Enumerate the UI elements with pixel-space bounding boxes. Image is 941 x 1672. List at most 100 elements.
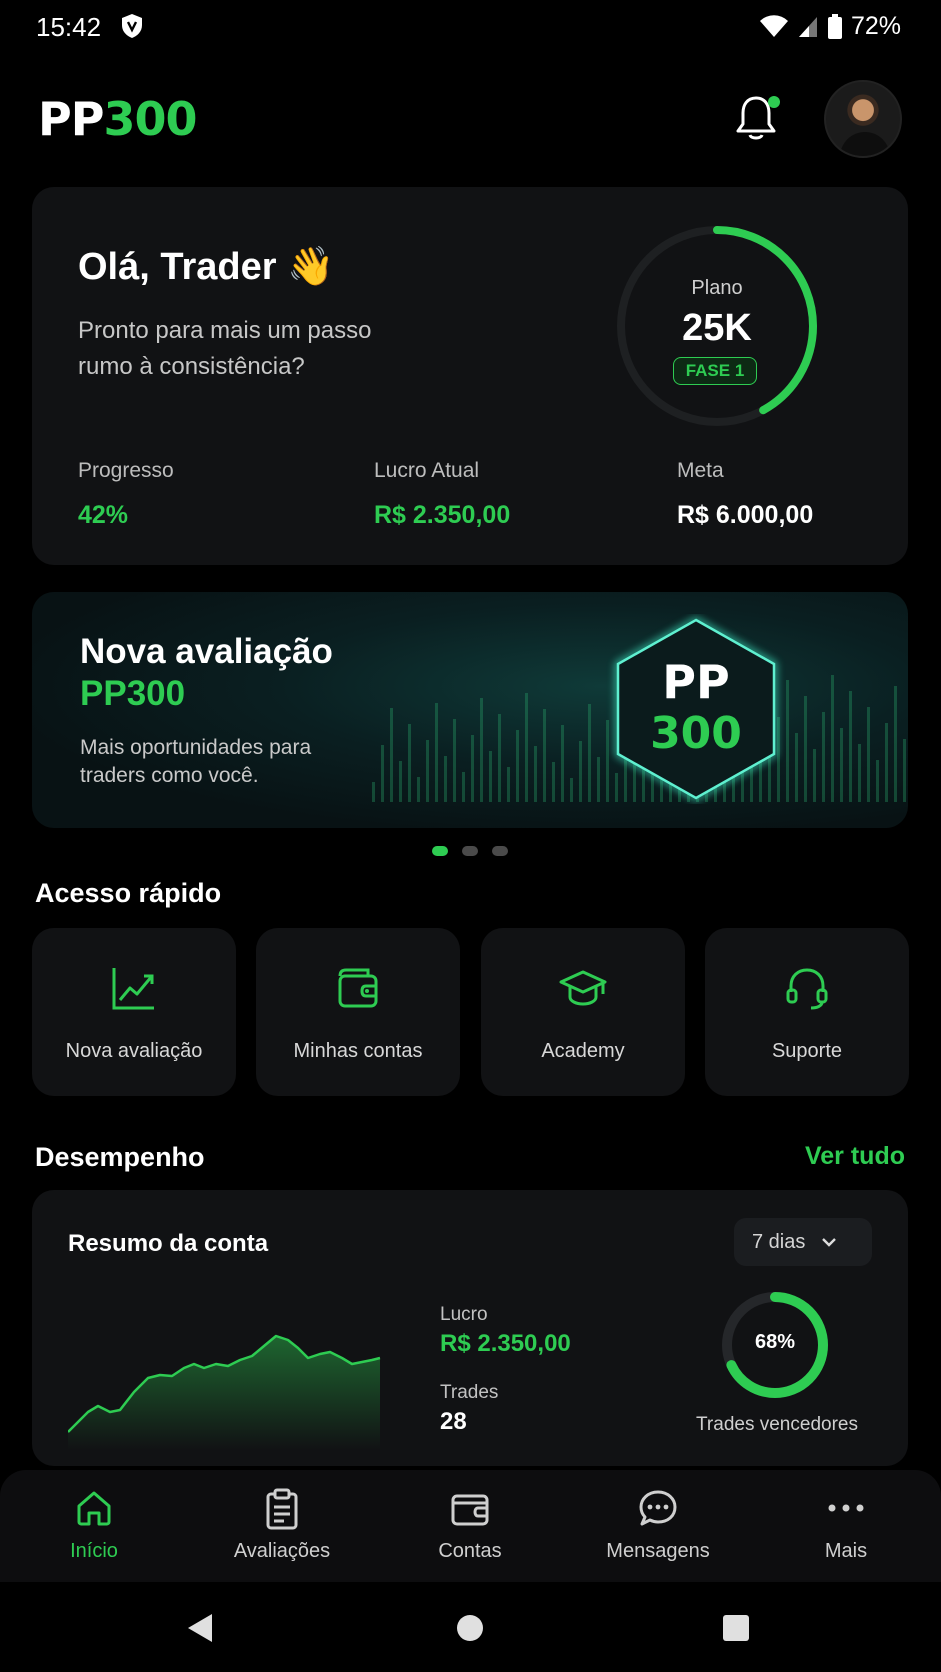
pp300-hex-badge: PP 300 (615, 616, 777, 802)
decor-bar (894, 686, 897, 802)
wallet-icon (451, 1494, 489, 1526)
decor-bar (822, 712, 825, 802)
decor-bar (543, 709, 546, 802)
clipboard-icon (266, 1488, 298, 1530)
nav-label: Início (70, 1540, 118, 1562)
trades-value: 28 (440, 1408, 467, 1435)
performance-title: Desempenho (35, 1142, 205, 1172)
profit-sparkline (68, 1334, 381, 1450)
decor-bar (507, 767, 510, 802)
avatar[interactable] (824, 80, 902, 158)
win-rate-value: 68% (754, 1331, 796, 1353)
phase-badge: FASE 1 (673, 357, 757, 385)
range-select[interactable]: 7 dias (734, 1218, 872, 1266)
decor-bar (597, 757, 600, 802)
decor-bar (579, 741, 582, 802)
avatar-body (840, 132, 890, 156)
decor-bar (444, 756, 447, 802)
hex-text-pp: PP (662, 655, 729, 709)
banner-description: Mais oportunidades para traders como voc… (80, 736, 312, 787)
quick-support[interactable]: Suporte (705, 928, 909, 1096)
decor-bar (561, 725, 564, 802)
carousel-dot[interactable] (432, 846, 448, 856)
decor-bar (471, 735, 474, 802)
bottom-navigation: Início Avaliações Contas Mensagens Mais (0, 1470, 941, 1582)
stat-profit-label: Lucro Atual (374, 459, 480, 482)
battery-icon (827, 13, 842, 39)
home-icon (77, 1491, 111, 1526)
decor-bar (903, 739, 906, 802)
see-all-link[interactable]: Ver tudo (805, 1142, 905, 1171)
decor-bar (849, 691, 852, 802)
decor-bar (426, 740, 429, 802)
decor-bar (858, 744, 861, 802)
decor-bar (399, 761, 402, 802)
profit-value: R$ 2.350,00 (440, 1330, 571, 1357)
headset-icon (786, 968, 828, 1010)
nav-label: Contas (438, 1540, 502, 1562)
quick-academy[interactable]: Academy (481, 928, 685, 1096)
decor-bar (534, 746, 537, 802)
home-circle-icon[interactable] (456, 1614, 484, 1642)
nav-evaluations[interactable]: Avaliações (188, 1470, 376, 1582)
decor-bar (876, 760, 879, 802)
notification-dot (768, 96, 780, 108)
plan-label: Plano (691, 277, 743, 299)
stat-progress-label: Progresso (78, 459, 174, 482)
app-logo: PP300 (38, 92, 197, 146)
decor-bar (786, 680, 789, 802)
promo-banner[interactable]: Nova avaliação PP300 Mais oportunidades … (32, 592, 908, 828)
nav-label: Mais (824, 1540, 868, 1562)
back-icon[interactable] (186, 1612, 214, 1644)
battery-percent: 72% (850, 12, 901, 40)
quick-label: Academy (541, 1040, 625, 1062)
profit-label: Lucro (440, 1304, 488, 1325)
trades-label: Trades (440, 1382, 499, 1403)
stat-progress-value: 42% (78, 501, 129, 529)
nav-accounts[interactable]: Contas (376, 1470, 564, 1582)
decor-bar (462, 772, 465, 802)
nav-more[interactable]: Mais (752, 1470, 940, 1582)
status-right: 72% (759, 12, 901, 41)
decor-bar (840, 728, 843, 802)
more-icon (828, 1504, 864, 1512)
decor-bar (813, 749, 816, 802)
decor-bar (570, 778, 573, 802)
wallet-icon (338, 968, 378, 1008)
status-time: 15:42 (36, 12, 102, 42)
stat-profit-value: R$ 2.350,00 (374, 501, 511, 529)
quick-my-accounts[interactable]: Minhas contas (256, 928, 460, 1096)
quick-new-evaluation[interactable]: Nova avaliação (32, 928, 236, 1096)
banner-title: Nova avaliação (80, 632, 333, 671)
decor-bar (417, 777, 420, 802)
carousel-indicator[interactable] (432, 846, 508, 856)
decor-bar (408, 724, 411, 802)
recents-icon[interactable] (722, 1614, 750, 1642)
decor-bar (867, 707, 870, 802)
greeting: Olá, Trader 👋 (78, 246, 335, 288)
quick-label: Nova avaliação (65, 1040, 203, 1062)
plan-value: 25K (682, 307, 752, 349)
range-select-value: 7 dias (752, 1230, 806, 1253)
logo-part-pp: PP (38, 92, 104, 146)
decor-bar (804, 696, 807, 802)
nav-home[interactable]: Início (0, 1470, 188, 1582)
decor-bar (516, 730, 519, 802)
carousel-dot[interactable] (492, 846, 508, 856)
account-summary-card: Resumo da conta 7 dias Lucro R$ 2.350,00… (32, 1190, 908, 1466)
logo-part-300: 300 (103, 92, 197, 146)
decor-bar (552, 762, 555, 802)
signal-icon (798, 16, 817, 37)
carousel-dot[interactable] (462, 846, 478, 856)
decor-bar (480, 698, 483, 802)
nav-label: Mensagens (606, 1540, 710, 1562)
stat-goal-label: Meta (677, 459, 724, 482)
nav-label: Avaliações (233, 1540, 331, 1562)
chat-icon (639, 1490, 677, 1526)
decor-bar (390, 708, 393, 802)
decor-bar (381, 745, 384, 802)
quick-label: Suporte (771, 1040, 843, 1062)
decor-bar (435, 703, 438, 802)
nav-messages[interactable]: Mensagens (564, 1470, 752, 1582)
decor-bar (831, 675, 834, 802)
